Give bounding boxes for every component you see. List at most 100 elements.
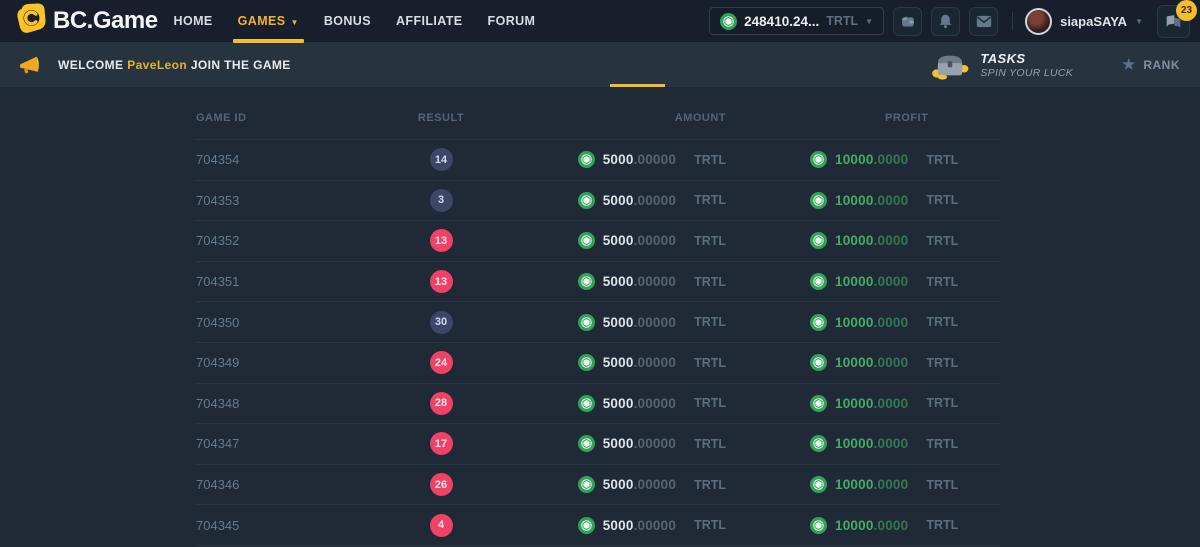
trtl-coin-icon <box>810 151 827 168</box>
profit-currency: TRTL <box>926 437 958 451</box>
amount-currency: TRTL <box>694 275 726 289</box>
table-row[interactable]: 704345 4 5000.00000 TRTL <box>196 505 1001 546</box>
amount-cell: 5000.00000 TRTL <box>496 476 726 493</box>
balance-amount: 248410.24... <box>744 14 819 29</box>
table-body: 704354 14 5000.00000 TRTL <box>196 140 1001 546</box>
amount-cell: 5000.00000 TRTL <box>496 395 726 412</box>
user-name: siapaSAYA <box>1060 14 1127 29</box>
profit-value: 10000.0000 <box>835 274 908 289</box>
profit-currency: TRTL <box>926 193 958 207</box>
amount-cell: 5000.00000 TRTL <box>496 314 726 331</box>
nav-item-label: GAMES <box>238 14 286 28</box>
chat-button[interactable]: 23 <box>1157 5 1190 38</box>
amount-value: 5000.00000 <box>603 233 676 248</box>
nav-item-bonus[interactable]: BONUS ▼ <box>324 1 371 41</box>
trtl-coin-icon <box>810 232 827 249</box>
wallet-icon <box>899 14 916 29</box>
amount-currency: TRTL <box>694 153 726 167</box>
balance-currency: TRTL <box>826 14 858 28</box>
nav-item-label: HOME <box>174 14 213 28</box>
result-badge: 13 <box>430 229 453 252</box>
trtl-coin-icon <box>578 517 595 534</box>
table-row[interactable]: 704348 28 5000.00000 TRTL <box>196 384 1001 425</box>
welcome-message: WELCOME PaveLeon JOIN THE GAME <box>58 58 291 72</box>
table-header-row: GAME ID RESULT AMOUNT PROFIT <box>196 87 1001 140</box>
nav-item-forum[interactable]: FORUM ▼ <box>488 1 536 41</box>
chat-unread-badge: 23 <box>1176 0 1197 21</box>
trtl-coin-icon <box>810 517 827 534</box>
chevron-down-icon: ▼ <box>865 17 873 26</box>
amount-currency: TRTL <box>694 356 726 370</box>
game-id: 704345 <box>196 518 386 533</box>
amount-value: 5000.00000 <box>603 355 676 370</box>
nav-item-label: AFFILIATE <box>396 14 463 28</box>
nav-menu: HOME ▼ GAMES ▼ BONUS ▼ AFFILIATE ▼ FORUM… <box>174 1 536 41</box>
welcome-suffix: JOIN THE GAME <box>191 58 291 72</box>
trtl-coin-icon <box>810 354 827 371</box>
amount-currency: TRTL <box>694 315 726 329</box>
header-amount: AMOUNT <box>496 112 726 124</box>
nav-item-home[interactable]: HOME ▼ <box>174 1 213 41</box>
profit-currency: TRTL <box>926 356 958 370</box>
profit-currency: TRTL <box>926 518 958 532</box>
header-profit: PROFIT <box>885 112 928 124</box>
amount-currency: TRTL <box>694 234 726 248</box>
amount-currency: TRTL <box>694 478 726 492</box>
trtl-coin-icon <box>578 354 595 371</box>
navbar-right: 248410.24... TRTL ▼ <box>709 5 1190 38</box>
nav-item-affiliate[interactable]: AFFILIATE ▼ <box>396 1 463 41</box>
user-menu[interactable]: siapaSAYA ▼ <box>1025 8 1143 35</box>
table-row[interactable]: 704346 26 5000.00000 TRTL <box>196 465 1001 506</box>
profit-value: 10000.0000 <box>835 518 908 533</box>
rank-widget[interactable]: ★ RANK <box>1121 56 1188 73</box>
trtl-coin-icon <box>810 314 827 331</box>
brand-home-link[interactable]: BC.Game <box>14 2 158 40</box>
result-badge: 24 <box>430 351 453 374</box>
welcome-bar: WELCOME PaveLeon JOIN THE GAME TA <box>0 42 1200 87</box>
trtl-coin-icon <box>578 273 595 290</box>
page: BC.Game HOME ▼ GAMES ▼ BONUS ▼ AFFILIATE… <box>0 0 1200 547</box>
profit-cell: 10000.0000 TRTL <box>726 476 958 493</box>
amount-cell: 5000.00000 TRTL <box>496 232 726 249</box>
profit-value: 10000.0000 <box>835 152 908 167</box>
messages-button[interactable] <box>969 7 998 36</box>
game-id: 704349 <box>196 355 386 370</box>
profit-currency: TRTL <box>926 315 958 329</box>
amount-value: 5000.00000 <box>603 274 676 289</box>
profit-currency: TRTL <box>926 478 958 492</box>
nav-item-games[interactable]: GAMES ▼ <box>238 1 299 41</box>
game-id: 704346 <box>196 477 386 492</box>
profit-value: 10000.0000 <box>835 233 908 248</box>
game-id: 704353 <box>196 193 386 208</box>
megaphone-icon <box>18 54 44 76</box>
nav-item-label: FORUM <box>488 14 536 28</box>
table-row[interactable]: 704350 30 5000.00000 TRTL <box>196 302 1001 343</box>
table-row[interactable]: 704351 13 5000.00000 TRTL <box>196 262 1001 303</box>
bell-icon <box>938 13 953 29</box>
table-row[interactable]: 704347 17 5000.00000 TRTL <box>196 424 1001 465</box>
star-icon: ★ <box>1121 56 1136 73</box>
wallet-button[interactable] <box>893 7 922 36</box>
result-cell: 24 <box>386 351 496 374</box>
table-row[interactable]: 704354 14 5000.00000 TRTL <box>196 140 1001 181</box>
nav-item-label: BONUS <box>324 14 371 28</box>
result-badge: 17 <box>430 432 453 455</box>
game-id: 704348 <box>196 396 386 411</box>
header-game-id: GAME ID <box>196 112 386 124</box>
table-row[interactable]: 704352 13 5000.00000 TRTL <box>196 221 1001 262</box>
bets-table: GAME ID RESULT AMOUNT PROFIT 704354 14 5… <box>0 87 1001 546</box>
balance-selector[interactable]: 248410.24... TRTL ▼ <box>709 7 884 35</box>
amount-value: 5000.00000 <box>603 193 676 208</box>
amount-cell: 5000.00000 TRTL <box>496 354 726 371</box>
tasks-widget[interactable]: TASKS SPIN YOUR LUCK <box>930 50 1073 80</box>
profit-cell: 10000.0000 TRTL <box>726 151 958 168</box>
treasure-chest-icon <box>930 50 970 80</box>
amount-cell: 5000.00000 TRTL <box>496 435 726 452</box>
notifications-button[interactable] <box>931 7 960 36</box>
amount-cell: 5000.00000 TRTL <box>496 517 726 534</box>
amount-currency: TRTL <box>694 437 726 451</box>
amount-currency: TRTL <box>694 396 726 410</box>
trtl-coin-icon <box>810 435 827 452</box>
table-row[interactable]: 704349 24 5000.00000 TRTL <box>196 343 1001 384</box>
table-row[interactable]: 704353 3 5000.00000 TRTL <box>196 181 1001 222</box>
